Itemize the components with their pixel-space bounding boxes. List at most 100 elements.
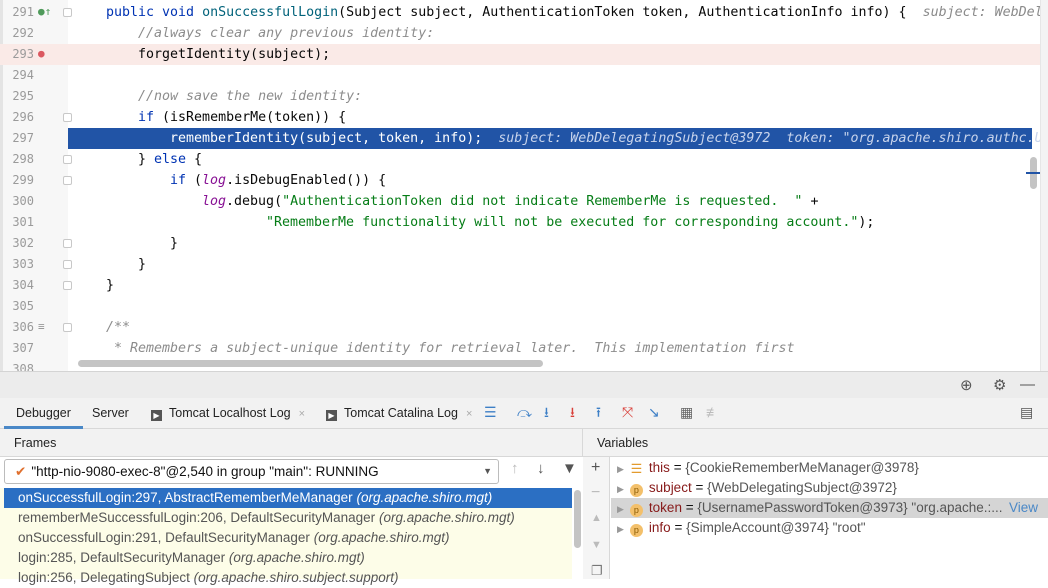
- code-line: 301 "RememberMe functionality will not be…: [0, 212, 1040, 233]
- console-icon: ▶: [326, 410, 337, 421]
- line-number: 294: [12, 68, 34, 82]
- fold-icon[interactable]: [63, 176, 72, 185]
- code-text: "RememberMe functionality will not be ex…: [266, 212, 874, 233]
- frame-item[interactable]: rememberMeSuccessfulLogin:206, DefaultSe…: [0, 508, 572, 528]
- override-icon[interactable]: ●↑: [38, 5, 51, 19]
- variable-item[interactable]: ▶ ☰ this = {CookieRememberMeManager@3978}: [611, 458, 1048, 478]
- fold-icon[interactable]: [63, 8, 72, 17]
- minimize-icon[interactable]: —: [1020, 376, 1035, 393]
- field-list-icon: ☰: [630, 461, 643, 476]
- gear-icon[interactable]: ⚙: [993, 376, 1006, 394]
- evaluate-expression-icon[interactable]: ▦: [680, 404, 693, 420]
- frame-item[interactable]: login:285, DefaultSecurityManager (org.a…: [0, 548, 572, 568]
- code-line: 296 if (isRememberMe(token)) {: [0, 107, 1040, 128]
- frame-package: (org.apache.shiro.subject.support): [193, 570, 399, 585]
- step-over-icon[interactable]: ⤼: [517, 404, 532, 420]
- tab-server[interactable]: Server: [92, 398, 129, 429]
- frame-item[interactable]: onSuccessfulLogin:297, AbstractRememberM…: [4, 488, 572, 508]
- variable-name: subject: [648, 480, 692, 495]
- frames-scrollbar[interactable]: [574, 490, 581, 548]
- breakpoint-icon[interactable]: ●: [38, 47, 45, 61]
- expand-arrow-icon[interactable]: ▶: [617, 524, 624, 534]
- doc-icon[interactable]: ≡: [38, 320, 45, 334]
- code-token: /**: [106, 320, 131, 335]
- filter-icon[interactable]: ▼: [562, 460, 577, 477]
- code-line: 291 ●↑ public void onSuccessfulLogin(Subje…: [0, 2, 1042, 23]
- code-token: +: [802, 194, 819, 209]
- code-token: }: [138, 257, 147, 272]
- tab-tomcat-localhost-log[interactable]: ▶ Tomcat Localhost Log ×: [151, 398, 305, 429]
- drop-frame-icon[interactable]: ⤧: [622, 404, 633, 420]
- frame-method: rememberMeSuccessfulLogin:206, DefaultSe…: [18, 510, 376, 525]
- code-token: "AuthenticationToken did not indicate Re…: [282, 194, 803, 209]
- variable-item[interactable]: ▶ p info = {SimpleAccount@3974} "root": [611, 518, 1048, 538]
- frame-package: (org.apache.shiro.mgt): [313, 530, 450, 545]
- layout-icon[interactable]: ▤: [1020, 404, 1033, 420]
- code-token: (isRememberMe(token)) {: [162, 110, 347, 125]
- close-icon[interactable]: ×: [299, 408, 305, 420]
- code-token: //now save the new identity:: [138, 89, 363, 104]
- frames-header: Frames: [0, 429, 583, 457]
- variable-item[interactable]: ▶ p token = {UsernamePasswordToken@3973} "…: [611, 498, 1048, 518]
- horizontal-scrollbar[interactable]: [78, 360, 543, 367]
- code-token: (Subject subject, AuthenticationToken to…: [338, 5, 923, 20]
- line-number: 293: [12, 47, 34, 61]
- code-token: );: [858, 215, 875, 230]
- frames-list: onSuccessfulLogin:297, AbstractRememberM…: [0, 488, 572, 585]
- variable-name: info: [648, 520, 671, 535]
- variable-item[interactable]: ▶ p subject = {WebDelegatingSubject@3972}: [611, 478, 1048, 498]
- fold-icon[interactable]: [63, 239, 72, 248]
- code-line: 294: [0, 65, 1040, 86]
- expand-arrow-icon[interactable]: ▶: [617, 484, 624, 494]
- fold-icon[interactable]: [63, 281, 72, 290]
- tab-label: Tomcat Catalina Log: [344, 406, 458, 420]
- code-text: rememberIdentity(subject, token, info); …: [170, 128, 1043, 149]
- close-icon[interactable]: ×: [466, 408, 472, 420]
- run-to-cursor-icon[interactable]: ↘: [648, 404, 660, 420]
- code-editor[interactable]: 291 ●↑ public void onSuccessfulLogin(Subje…: [0, 0, 1048, 371]
- tab-tomcat-catalina-log[interactable]: ▶ Tomcat Catalina Log ×: [326, 398, 472, 429]
- code-token: (: [194, 173, 203, 188]
- code-line: 306 ≡ /**: [0, 317, 1040, 338]
- check-icon: ✔: [15, 464, 27, 479]
- copy-icon[interactable]: ❐: [591, 563, 603, 579]
- force-step-into-icon[interactable]: ⭳: [570, 404, 575, 420]
- show-execution-point-icon[interactable]: ☰: [484, 404, 497, 420]
- frame-item[interactable]: onSuccessfulLogin:291, DefaultSecurityMa…: [0, 528, 572, 548]
- fold-icon[interactable]: [63, 323, 72, 332]
- code-line: 300 log.debug("AuthenticationToken did no…: [0, 191, 1040, 212]
- console-icon: ▶: [151, 410, 162, 421]
- code-line: 299 if (log.isDebugEnabled()) {: [0, 170, 1040, 191]
- thread-selector[interactable]: ✔ "http-nio-9080-exec-8"@2,540 in group "…: [4, 459, 499, 484]
- frame-item[interactable]: login:256, DelegatingSubject (org.apache…: [0, 568, 572, 588]
- step-into-icon[interactable]: ⭳: [544, 404, 549, 420]
- move-down-icon[interactable]: ▼: [591, 539, 602, 551]
- code-line: 298} else {: [0, 149, 1040, 170]
- fold-icon[interactable]: [63, 113, 72, 122]
- tab-debugger[interactable]: Debugger: [4, 398, 83, 429]
- frame-package: (org.apache.shiro.mgt): [356, 490, 493, 505]
- variable-name: this: [648, 460, 670, 475]
- trace-stream-icon[interactable]: ≢: [706, 404, 720, 420]
- next-frame-icon[interactable]: ↓: [537, 460, 545, 477]
- vertical-scrollbar-track[interactable]: [1040, 0, 1048, 371]
- expand-arrow-icon[interactable]: ▶: [617, 464, 624, 474]
- line-number: 307: [12, 341, 34, 355]
- code-text: }: [138, 254, 146, 275]
- step-out-icon[interactable]: ⭱: [596, 404, 601, 420]
- previous-frame-icon[interactable]: ↑: [511, 460, 519, 477]
- move-up-icon[interactable]: ▲: [591, 512, 602, 524]
- remove-watch-icon[interactable]: −: [591, 484, 600, 502]
- add-watch-icon[interactable]: +: [591, 459, 600, 477]
- equals-sign: =: [691, 480, 708, 495]
- parameter-icon: p: [629, 504, 643, 517]
- variable-name: token: [648, 500, 682, 515]
- view-link[interactable]: View: [1009, 498, 1038, 518]
- fold-icon[interactable]: [63, 260, 72, 269]
- tab-label: Debugger: [16, 406, 71, 420]
- fold-icon[interactable]: [63, 155, 72, 164]
- line-number: 302: [12, 236, 34, 250]
- expand-arrow-icon[interactable]: ▶: [617, 504, 624, 514]
- crosshair-icon[interactable]: ⊕: [960, 376, 973, 394]
- code-text: }: [106, 275, 114, 296]
